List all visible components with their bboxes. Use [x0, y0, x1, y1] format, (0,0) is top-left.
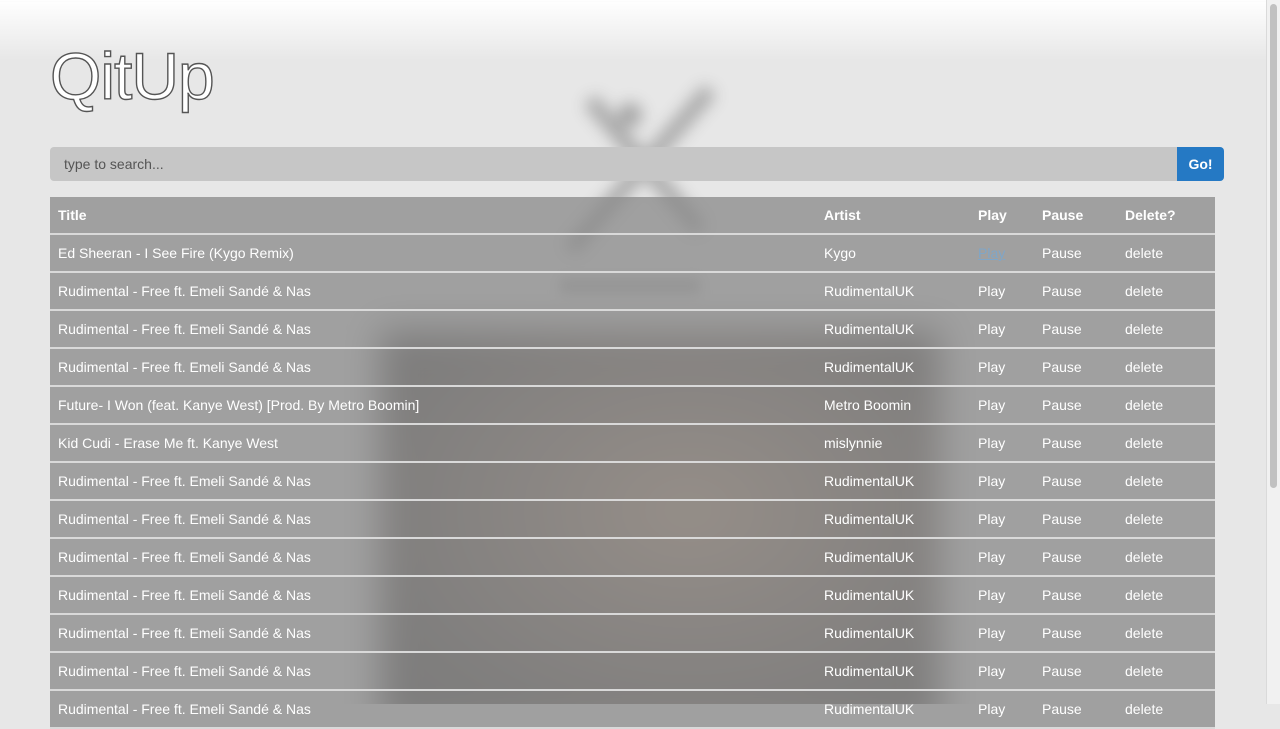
track-artist: RudimentalUK — [816, 272, 970, 311]
go-button[interactable]: Go! — [1177, 147, 1224, 181]
scrollbar-thumb[interactable] — [1270, 4, 1277, 488]
search-input[interactable] — [50, 147, 1177, 181]
play-button[interactable]: Play — [970, 614, 1034, 653]
track-artist: RudimentalUK — [816, 348, 970, 387]
table-row: Rudimental - Free ft. Emeli Sandé & Nas … — [50, 576, 1215, 615]
play-button[interactable]: Play — [970, 348, 1034, 387]
play-button[interactable]: Play — [970, 652, 1034, 691]
table-row: Rudimental - Free ft. Emeli Sandé & Nas … — [50, 310, 1215, 349]
pause-button[interactable]: Pause — [1034, 234, 1117, 273]
delete-button[interactable]: delete — [1117, 424, 1215, 463]
table-row: Rudimental - Free ft. Emeli Sandé & Nas … — [50, 500, 1215, 539]
column-header-delete: Delete? — [1117, 197, 1215, 235]
pause-button[interactable]: Pause — [1034, 386, 1117, 425]
column-header-artist: Artist — [816, 197, 970, 235]
play-button[interactable]: Play — [970, 690, 1034, 729]
track-title: Rudimental - Free ft. Emeli Sandé & Nas — [50, 652, 816, 691]
track-artist: RudimentalUK — [816, 576, 970, 615]
track-artist: RudimentalUK — [816, 500, 970, 539]
delete-button[interactable]: delete — [1117, 234, 1215, 273]
play-button[interactable]: Play — [970, 386, 1034, 425]
play-button[interactable]: Play — [970, 424, 1034, 463]
tracks-table-container: Title Artist Play Pause Delete? Ed Sheer… — [50, 197, 1215, 729]
table-row: Future- I Won (feat. Kanye West) [Prod. … — [50, 386, 1215, 425]
delete-button[interactable]: delete — [1117, 538, 1215, 577]
pause-button[interactable]: Pause — [1034, 576, 1117, 615]
table-row: Rudimental - Free ft. Emeli Sandé & Nas … — [50, 272, 1215, 311]
track-artist: mislynnie — [816, 424, 970, 463]
play-cell: Play — [970, 234, 1034, 273]
pause-button[interactable]: Pause — [1034, 272, 1117, 311]
pause-button[interactable]: Pause — [1034, 538, 1117, 577]
track-title: Rudimental - Free ft. Emeli Sandé & Nas — [50, 462, 816, 501]
track-title: Rudimental - Free ft. Emeli Sandé & Nas — [50, 690, 816, 729]
play-button[interactable]: Play — [970, 538, 1034, 577]
pause-button[interactable]: Pause — [1034, 614, 1117, 653]
track-artist: RudimentalUK — [816, 652, 970, 691]
track-title: Rudimental - Free ft. Emeli Sandé & Nas — [50, 272, 816, 311]
track-title: Rudimental - Free ft. Emeli Sandé & Nas — [50, 310, 816, 349]
pause-button[interactable]: Pause — [1034, 310, 1117, 349]
column-header-pause: Pause — [1034, 197, 1117, 235]
table-header-row: Title Artist Play Pause Delete? — [50, 197, 1215, 235]
track-artist: Kygo — [816, 234, 970, 273]
track-artist: RudimentalUK — [816, 538, 970, 577]
track-artist: RudimentalUK — [816, 462, 970, 501]
table-row: Rudimental - Free ft. Emeli Sandé & Nas … — [50, 690, 1215, 729]
vertical-scrollbar[interactable] — [1266, 0, 1280, 704]
track-title: Kid Cudi - Erase Me ft. Kanye West — [50, 424, 816, 463]
table-row: Rudimental - Free ft. Emeli Sandé & Nas … — [50, 652, 1215, 691]
tracks-table: Title Artist Play Pause Delete? Ed Sheer… — [50, 197, 1215, 729]
pause-button[interactable]: Pause — [1034, 652, 1117, 691]
delete-button[interactable]: delete — [1117, 310, 1215, 349]
delete-button[interactable]: delete — [1117, 690, 1215, 729]
delete-button[interactable]: delete — [1117, 576, 1215, 615]
play-button[interactable]: Play — [970, 310, 1034, 349]
track-title: Rudimental - Free ft. Emeli Sandé & Nas — [50, 576, 816, 615]
table-row: Rudimental - Free ft. Emeli Sandé & Nas … — [50, 614, 1215, 653]
track-title: Rudimental - Free ft. Emeli Sandé & Nas — [50, 500, 816, 539]
table-row: Kid Cudi - Erase Me ft. Kanye West misly… — [50, 424, 1215, 463]
track-artist: RudimentalUK — [816, 690, 970, 729]
delete-button[interactable]: delete — [1117, 272, 1215, 311]
delete-button[interactable]: delete — [1117, 500, 1215, 539]
track-artist: RudimentalUK — [816, 614, 970, 653]
search-bar: Go! — [50, 147, 1224, 181]
track-artist: RudimentalUK — [816, 310, 970, 349]
track-title: Rudimental - Free ft. Emeli Sandé & Nas — [50, 538, 816, 577]
delete-button[interactable]: delete — [1117, 652, 1215, 691]
play-button[interactable]: Play — [978, 245, 1005, 261]
table-row: Rudimental - Free ft. Emeli Sandé & Nas … — [50, 462, 1215, 501]
app-logo-title: QitUp — [49, 38, 215, 113]
delete-button[interactable]: delete — [1117, 348, 1215, 387]
table-row: Rudimental - Free ft. Emeli Sandé & Nas … — [50, 348, 1215, 387]
play-button[interactable]: Play — [970, 272, 1034, 311]
track-title: Rudimental - Free ft. Emeli Sandé & Nas — [50, 348, 816, 387]
pause-button[interactable]: Pause — [1034, 348, 1117, 387]
delete-button[interactable]: delete — [1117, 462, 1215, 501]
play-button[interactable]: Play — [970, 576, 1034, 615]
track-artist: Metro Boomin — [816, 386, 970, 425]
pause-button[interactable]: Pause — [1034, 462, 1117, 501]
track-title: Future- I Won (feat. Kanye West) [Prod. … — [50, 386, 816, 425]
table-row: Ed Sheeran - I See Fire (Kygo Remix) Kyg… — [50, 234, 1215, 273]
play-button[interactable]: Play — [970, 500, 1034, 539]
table-row: Rudimental - Free ft. Emeli Sandé & Nas … — [50, 538, 1215, 577]
delete-button[interactable]: delete — [1117, 614, 1215, 653]
play-button[interactable]: Play — [970, 462, 1034, 501]
pause-button[interactable]: Pause — [1034, 424, 1117, 463]
pause-button[interactable]: Pause — [1034, 690, 1117, 729]
column-header-title: Title — [50, 197, 816, 235]
pause-button[interactable]: Pause — [1034, 500, 1117, 539]
column-header-play: Play — [970, 197, 1034, 235]
track-title: Rudimental - Free ft. Emeli Sandé & Nas — [50, 614, 816, 653]
track-title: Ed Sheeran - I See Fire (Kygo Remix) — [50, 234, 816, 273]
delete-button[interactable]: delete — [1117, 386, 1215, 425]
